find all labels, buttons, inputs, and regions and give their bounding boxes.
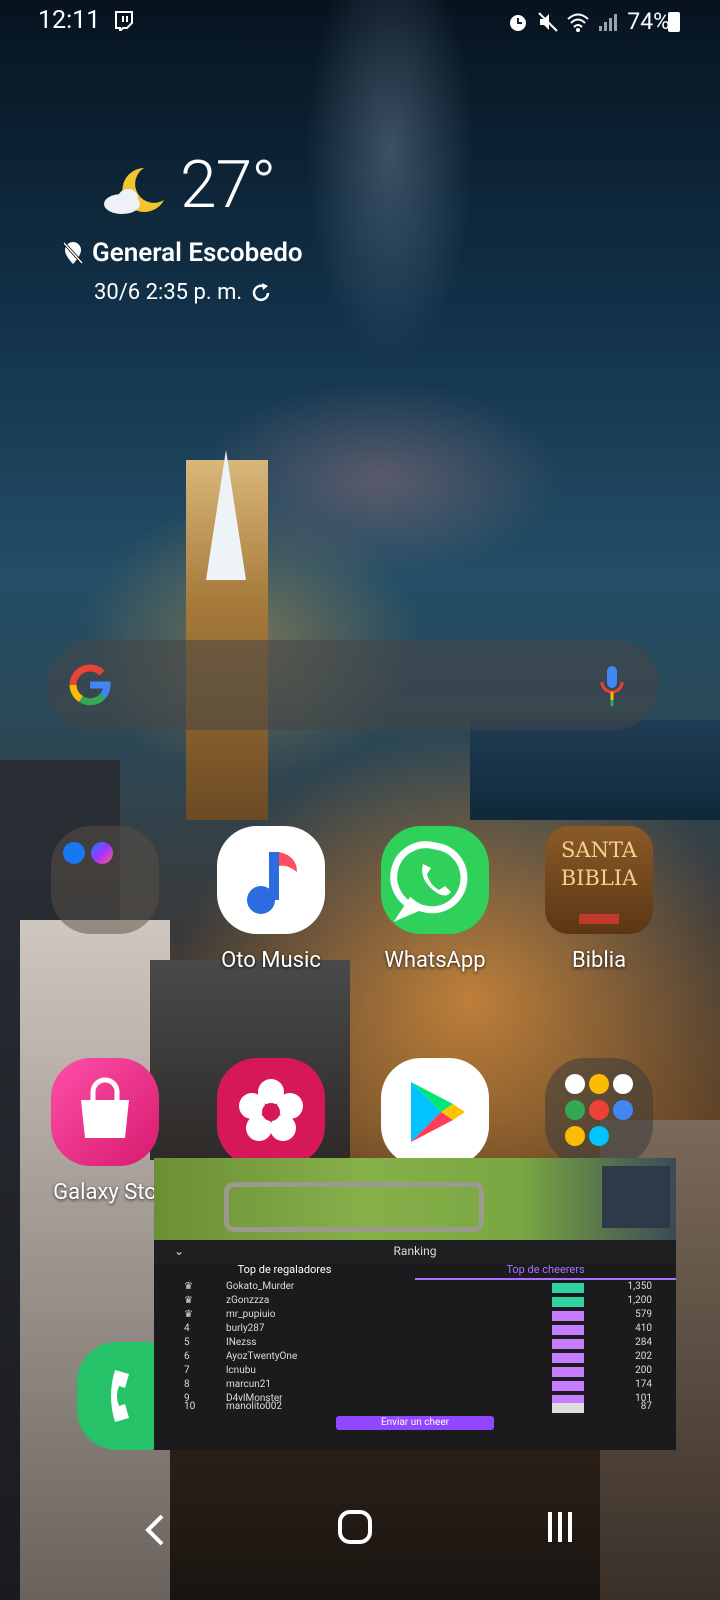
app-gallery[interactable]: [196, 1058, 346, 1166]
recents-icon[interactable]: [545, 1510, 575, 1544]
cheer-badge: [552, 1381, 584, 1391]
ranking-header: ⌄ Ranking: [154, 1240, 676, 1264]
refresh-icon[interactable]: [250, 282, 272, 304]
gallery-tile: [217, 1058, 325, 1166]
ranking-row: ♛ zGonzzza 1,200: [184, 1295, 652, 1307]
cheer-badge: [552, 1353, 584, 1363]
google-search-bar[interactable]: [47, 640, 659, 730]
game-panel: [602, 1166, 670, 1228]
weather-updated: 30/6 2:35 p. m.: [94, 280, 272, 305]
ranking-row: ♛ Gokato_Murder 1,350: [184, 1281, 652, 1293]
bookmark: [579, 914, 619, 924]
harbor: [470, 720, 720, 820]
send-cheer-button[interactable]: Enviar un cheer: [336, 1416, 494, 1430]
ranking-row: ♛ mr_pupiuio 579: [184, 1309, 652, 1321]
cheer-badge: [552, 1367, 584, 1377]
flower-icon: [239, 1079, 303, 1141]
back-icon[interactable]: [140, 1510, 170, 1550]
whatsapp-icon: [390, 841, 468, 922]
galaxy-store-tile: [51, 1058, 159, 1166]
chevron-down-icon[interactable]: ⌄: [174, 1240, 184, 1262]
biblia-tile-text: SANTA BIBLIA: [560, 838, 638, 890]
folder-google-apps[interactable]: [524, 1058, 674, 1166]
crown-icon: ♛: [184, 1281, 193, 1292]
crown-icon: ♛: [184, 1295, 193, 1306]
twitch-icon: [115, 11, 133, 31]
play-store-tile: [381, 1058, 489, 1166]
status-icons: 74%: [507, 8, 670, 35]
cheer-badge: [552, 1283, 584, 1293]
whatsapp-tile: [381, 826, 489, 934]
ranking-row: 4 burly287 410: [184, 1323, 652, 1335]
clock: 12:11: [38, 6, 101, 35]
music-note-icon: [247, 852, 297, 914]
status-bar: 12:11 74%: [0, 0, 720, 44]
updated-label: 30/6 2:35 p. m.: [94, 280, 243, 305]
ranking-row: 6 AyozTwentyOne 202: [184, 1351, 652, 1363]
alarm-icon: [510, 14, 527, 31]
biblia-tile: SANTA BIBLIA: [545, 826, 653, 934]
home-icon[interactable]: [338, 1510, 372, 1544]
mute-icon: [538, 11, 559, 32]
google-logo: [69, 664, 111, 706]
navigation-bar: [0, 1490, 720, 1600]
app-play-store[interactable]: [360, 1058, 510, 1166]
folder-facebook-messenger[interactable]: [30, 826, 180, 934]
wifi-icon: [567, 13, 589, 32]
cheer-badge: [552, 1339, 584, 1349]
ranking-title: Ranking: [393, 1244, 437, 1258]
google-apps-icons: [565, 1074, 633, 1146]
twitch-popup-player[interactable]: ⌄ Ranking Top de regaladores Top de chee…: [154, 1158, 676, 1450]
ranking-tabs: Top de regaladores Top de cheerers: [154, 1262, 676, 1280]
folder-tile: [545, 1058, 653, 1166]
ranking-row: 5 INezss 284: [184, 1337, 652, 1349]
app-label: Biblia: [571, 948, 627, 973]
cheer-badge: [552, 1311, 584, 1321]
play-store-icon: [411, 1082, 465, 1142]
cheer-badge: [552, 1403, 584, 1413]
game-track: [224, 1182, 484, 1232]
battery-icon: [668, 12, 680, 32]
cheer-badge: [552, 1297, 584, 1307]
spire: [206, 450, 246, 580]
folder-tile: [51, 826, 159, 934]
tab-top-cheerers[interactable]: Top de cheerers: [415, 1262, 676, 1280]
location-off-icon: [62, 241, 84, 265]
shopping-bag-icon: [81, 1077, 129, 1138]
app-biblia[interactable]: SANTA BIBLIA Biblia: [524, 826, 674, 973]
tab-top-gifters[interactable]: Top de regaladores: [154, 1262, 415, 1280]
crown-icon: ♛: [184, 1309, 193, 1320]
moon-cloud-icon: [104, 168, 164, 214]
oto-music-tile: [217, 826, 325, 934]
stream-video[interactable]: [154, 1158, 676, 1240]
ranking-row: 10 manolito002 87: [184, 1401, 652, 1413]
app-whatsapp[interactable]: WhatsApp: [360, 826, 510, 973]
app-oto-music[interactable]: Oto Music: [196, 826, 346, 973]
weather-location[interactable]: General Escobedo: [62, 238, 303, 268]
ranking-row: 7 lcnubu 200: [184, 1365, 652, 1377]
temperature: 27°: [180, 147, 276, 224]
app-label: WhatsApp: [384, 948, 486, 973]
mic-icon[interactable]: [599, 664, 625, 708]
cheer-badge: [552, 1325, 584, 1335]
facebook-icon: [63, 842, 85, 864]
messenger-icon: [91, 842, 113, 864]
app-label: Oto Music: [221, 948, 321, 973]
signal-icon: [599, 13, 618, 31]
ranking-row: 8 marcun21 174: [184, 1379, 652, 1391]
location-label: General Escobedo: [92, 238, 303, 268]
battery-percent: 74%: [627, 8, 670, 35]
